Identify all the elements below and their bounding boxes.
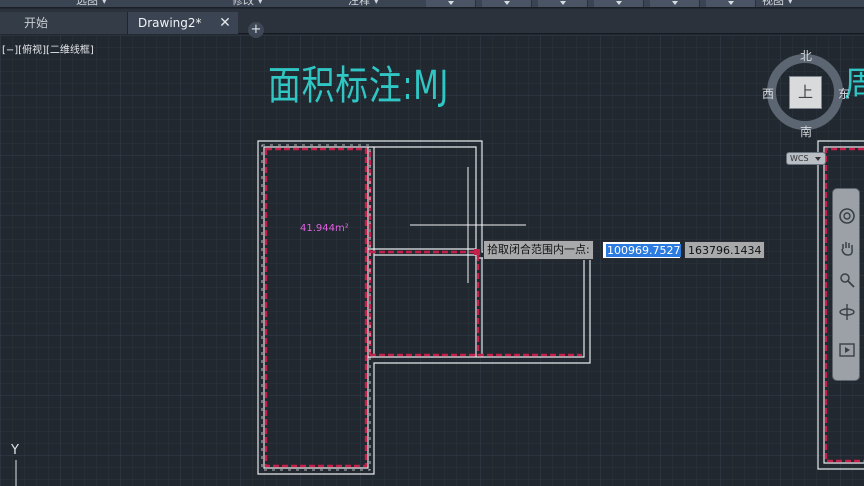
navigation-bar: [832, 188, 860, 381]
tab-start[interactable]: 开始: [0, 12, 128, 34]
drawing-viewport[interactable]: [−][俯视][二维线框] 面积标注:MJ 周 41.944m² 拾取闭合范围内…: [0, 35, 864, 486]
ribbon-dropdown-button[interactable]: [482, 0, 532, 7]
hatch-boundary: [264, 147, 368, 468]
partition-wall: [475, 258, 483, 357]
orbit-icon[interactable]: [838, 303, 856, 321]
ribbon-group-view[interactable]: 视图 ▾: [762, 0, 793, 8]
dynamic-input-prompt: 拾取闭合范围内一点:: [483, 240, 594, 260]
pan-hand-icon[interactable]: [838, 239, 856, 257]
file-tab-bar: 开始 Drawing2* ✕ +: [0, 9, 864, 38]
ribbon-group-select[interactable]: 选图 ▾: [76, 0, 107, 8]
ribbon-group-annotate[interactable]: 注释 ▾: [348, 0, 379, 8]
ribbon-dropdown-button[interactable]: [426, 0, 476, 7]
selected-room-boundary: [261, 144, 371, 471]
compass-north[interactable]: 北: [800, 47, 812, 64]
ribbon-dropdown-button[interactable]: [594, 0, 644, 7]
room-area-label: 41.944m²: [300, 223, 349, 234]
ribbon-dropdown-button[interactable]: [650, 0, 700, 7]
y-coordinate-input[interactable]: 163796.1434: [684, 241, 765, 259]
x-coordinate-value: 100969.7527: [606, 244, 682, 257]
ribbon-group-modify[interactable]: 修改 ▾: [232, 0, 263, 8]
x-coordinate-input[interactable]: 100969.7527: [602, 241, 682, 259]
compass-west[interactable]: 西: [762, 85, 774, 102]
steering-wheel-icon[interactable]: [838, 207, 856, 225]
showmotion-icon[interactable]: [838, 341, 856, 359]
viewcube-top-face[interactable]: 上: [789, 76, 822, 109]
ribbon-dropdown-button[interactable]: [538, 0, 588, 7]
compass-south[interactable]: 南: [800, 123, 812, 140]
cursor-pickbox: [474, 249, 480, 255]
compass-east[interactable]: 东: [838, 85, 850, 102]
ribbon-dropdown-button[interactable]: [706, 0, 756, 7]
ribbon-panel: 选图 ▾ 修改 ▾ 注释 ▾ 视图 ▾: [0, 0, 864, 8]
outer-wall-outline: [257, 140, 591, 475]
close-tab-icon[interactable]: ✕: [218, 12, 232, 34]
ucs-y-label: Y: [11, 443, 19, 458]
inner-wall-outline: [263, 146, 585, 469]
wcs-dropdown[interactable]: WCS: [786, 152, 826, 165]
floor-plan-drawing: [15, 140, 864, 486]
zoom-extents-icon[interactable]: [838, 271, 856, 289]
